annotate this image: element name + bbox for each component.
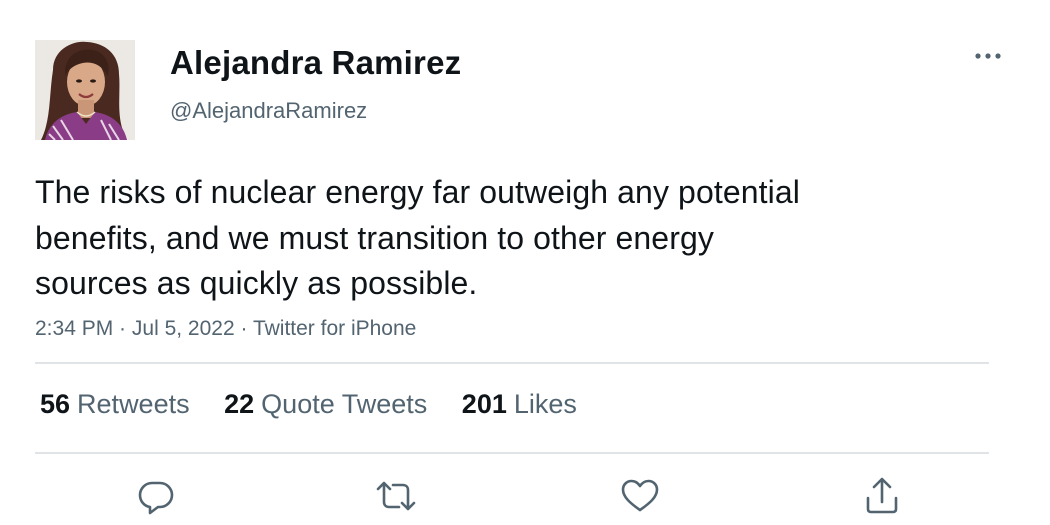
avatar[interactable] — [35, 40, 135, 140]
like-button[interactable] — [618, 474, 662, 518]
meta-separator: · — [113, 317, 132, 340]
likes-label: Likes — [513, 389, 577, 419]
like-icon — [621, 479, 659, 512]
reply-icon — [138, 481, 174, 515]
quote-tweets-count: 22 — [224, 389, 255, 419]
tweet-metadata: 2:34 PM · Jul 5, 2022 · Twitter for iPho… — [35, 315, 416, 343]
quote-tweets-stat[interactable]: 22 Quote Tweets — [224, 387, 427, 421]
likes-stat[interactable]: 201 Likes — [462, 387, 577, 421]
tweet-text-line: The risks of nuclear energy far outweigh… — [35, 174, 800, 210]
retweets-count: 56 — [40, 389, 71, 419]
divider — [35, 362, 989, 364]
share-icon — [866, 477, 898, 514]
engagement-stats: 56 Retweets 22 Quote Tweets 201 Likes — [40, 387, 604, 421]
retweet-icon — [376, 481, 416, 511]
tweet-text-line: sources as quickly as possible. — [35, 265, 478, 301]
tweet-time[interactable]: 2:34 PM — [35, 317, 113, 340]
tweet-text: The risks of nuclear energy far outweigh… — [35, 170, 935, 307]
tweet-text-line: benefits, and we must transition to othe… — [35, 219, 714, 256]
more-options-button[interactable] — [970, 42, 1006, 70]
reply-button[interactable] — [134, 474, 178, 518]
user-handle[interactable]: @AlejandraRamirez — [170, 97, 367, 125]
divider — [35, 452, 989, 454]
avatar-photo — [35, 40, 135, 140]
quote-tweets-label: Quote Tweets — [261, 389, 428, 419]
display-name[interactable]: Alejandra Ramirez — [170, 42, 461, 84]
share-button[interactable] — [860, 474, 904, 518]
tweet-date[interactable]: Jul 5, 2022 — [132, 317, 235, 340]
retweets-stat[interactable]: 56 Retweets — [40, 387, 190, 421]
retweet-button[interactable] — [374, 474, 418, 518]
tweet-source[interactable]: Twitter for iPhone — [253, 317, 416, 340]
more-icon — [975, 53, 1001, 59]
retweets-label: Retweets — [77, 389, 190, 419]
likes-count: 201 — [461, 389, 507, 419]
meta-separator: · — [234, 317, 253, 340]
